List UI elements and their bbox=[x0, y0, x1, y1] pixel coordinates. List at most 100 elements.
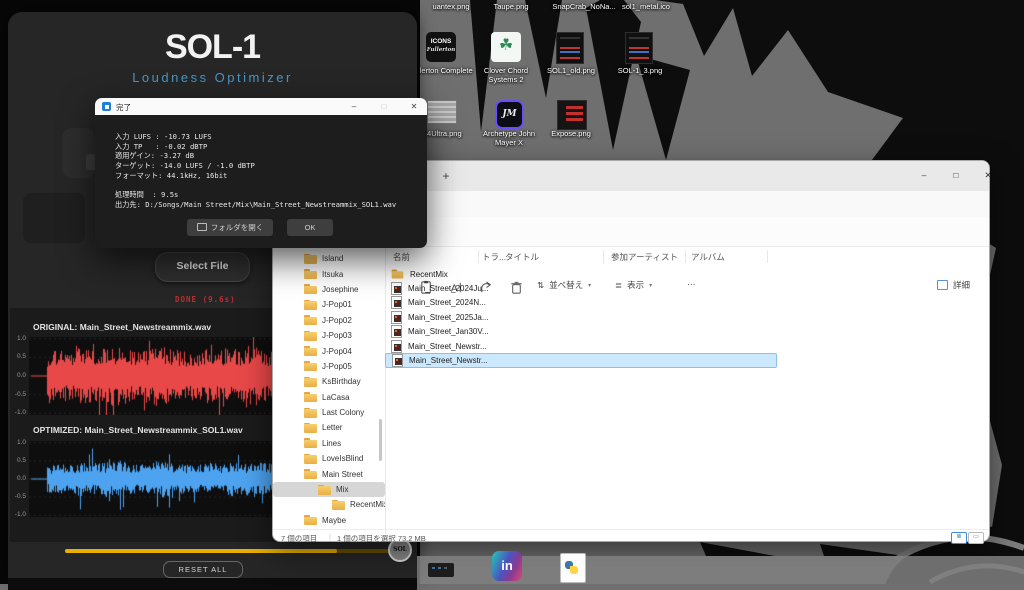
sidebar-item-j-pop01[interactable]: J-Pop01 bbox=[273, 297, 385, 312]
column-header-3[interactable]: 参加アーティスト bbox=[611, 251, 678, 263]
sort-ascending-icon: ^ bbox=[425, 246, 428, 249]
desktop-label-clover-chord-systems-2: Clover Chord Systems 2 bbox=[472, 66, 540, 84]
desktop-label-archetype-john-mayer-x: Archetype John Mayer X bbox=[475, 129, 543, 147]
desktop-icon-sol-1-3-png[interactable] bbox=[625, 32, 653, 64]
sidebar-item-recentmix[interactable]: RecentMix bbox=[273, 497, 385, 512]
column-header-0[interactable]: 名前 bbox=[393, 251, 410, 263]
file-name: RecentMix bbox=[410, 270, 448, 279]
column-divider bbox=[603, 250, 604, 263]
folder-icon bbox=[304, 269, 317, 279]
jm-monogram-icon: JM bbox=[495, 100, 524, 129]
sidebar-item-lines[interactable]: Lines bbox=[273, 436, 385, 451]
column-header-4[interactable]: アルバム bbox=[691, 251, 725, 263]
ok-button[interactable]: OK bbox=[287, 219, 333, 236]
file-row-main-street-2024n-2[interactable]: Main_Street_2024N... bbox=[385, 296, 777, 310]
y-axis-tick-label: -0.5 bbox=[10, 391, 26, 398]
app-screenshot-thumbnail-icon bbox=[556, 32, 584, 64]
sidebar-item-main-street[interactable]: Main Street bbox=[273, 466, 385, 481]
fullerton-icon: ICONSFullerton bbox=[426, 32, 456, 62]
y-axis-tick-label: 0.0 bbox=[10, 475, 26, 482]
reset-all-button[interactable]: RESET ALL bbox=[163, 561, 243, 578]
file-name: Main_Street_Newstr... bbox=[408, 342, 487, 351]
desktop-icon-fullerton-complete[interactable]: ICONSFullerton bbox=[426, 32, 456, 62]
minimize-button[interactable]: – bbox=[909, 163, 939, 187]
folder-icon bbox=[304, 346, 317, 356]
desktop-icon-sol1-metal-ico[interactable]: sol1_metal.ico bbox=[608, 2, 684, 11]
tree-item-label: Itsuka bbox=[322, 270, 343, 279]
column-header-2[interactable]: タイトル bbox=[505, 251, 539, 263]
close-button[interactable]: ✕ bbox=[973, 163, 1003, 187]
select-file-button[interactable]: Select File bbox=[155, 252, 250, 282]
y-axis-tick-label: -0.5 bbox=[10, 493, 26, 500]
file-row-main-street-jan30v-4[interactable]: Main_Street_Jan30V... bbox=[385, 325, 777, 339]
desktop-icon-taupe-png[interactable]: Taupe.png bbox=[484, 2, 538, 11]
sidebar-item-lacasa[interactable]: LaCasa bbox=[273, 390, 385, 405]
folder-icon bbox=[304, 392, 317, 402]
folder-icon bbox=[304, 423, 317, 433]
sidebar-item-loveisblind[interactable]: LoveIsBlind bbox=[273, 451, 385, 466]
dialog-minimize-button[interactable]: – bbox=[341, 99, 367, 114]
file-name: Main_Street_2024Ju... bbox=[408, 284, 489, 293]
sidebar-item-j-pop04[interactable]: J-Pop04 bbox=[273, 343, 385, 358]
sidebar-item-itsuka[interactable]: Itsuka bbox=[273, 266, 385, 281]
desktop-icon-clover-chord-systems-2[interactable]: ☘ bbox=[491, 32, 521, 62]
folder-icon bbox=[332, 500, 345, 510]
file-row-main-street-2025ja-3[interactable]: Main_Street_2025Ja... bbox=[385, 310, 777, 324]
file-row-main-street-newstr-5[interactable]: Main_Street_Newstr... bbox=[385, 339, 777, 353]
thumbnail-view-toggle[interactable]: ▭ bbox=[968, 532, 984, 544]
desktop-icon-uantex-png[interactable]: uantex.png bbox=[421, 2, 481, 11]
dialog-maximize-button: □ bbox=[371, 99, 397, 114]
dialog-close-button[interactable]: ✕ bbox=[401, 99, 427, 114]
tree-item-label: J-Pop01 bbox=[322, 300, 352, 309]
app-bottom-strip bbox=[8, 578, 417, 590]
desktop-icon-sol1-old-png[interactable] bbox=[556, 32, 584, 64]
column-header-1[interactable]: トラ... bbox=[482, 251, 506, 263]
folder-icon bbox=[304, 315, 317, 325]
sidebar-item-ksbirthday[interactable]: KsBirthday bbox=[273, 374, 385, 389]
file-name: Main_Street_2024N... bbox=[408, 298, 486, 307]
expose-thumbnail-icon bbox=[557, 100, 587, 130]
folder-icon bbox=[304, 469, 317, 479]
sidebar-item-j-pop03[interactable]: J-Pop03 bbox=[273, 328, 385, 343]
new-tab-button[interactable]: + bbox=[438, 168, 454, 184]
maximize-button[interactable]: □ bbox=[941, 163, 971, 187]
file-name: Main_Street_Jan30V... bbox=[408, 327, 489, 336]
tree-scrollbar[interactable] bbox=[379, 419, 382, 461]
control-panel-block[interactable] bbox=[23, 193, 85, 243]
file-row-recentmix-0[interactable]: RecentMix bbox=[385, 267, 777, 281]
folder-icon bbox=[304, 454, 317, 464]
sidebar-item-island[interactable]: Island bbox=[273, 251, 385, 266]
control-knob[interactable] bbox=[62, 128, 95, 178]
list-view-toggle[interactable]: ≣ bbox=[951, 532, 967, 544]
y-axis-tick-label: 0.5 bbox=[10, 353, 26, 360]
desktop-icon-expose-png[interactable] bbox=[557, 100, 587, 130]
desktop-icon-er4ultra-png[interactable] bbox=[427, 100, 457, 124]
y-axis-tick-label: 1.0 bbox=[10, 439, 26, 446]
clover-icon: ☘ bbox=[491, 32, 521, 62]
folder-icon bbox=[304, 331, 317, 341]
folder-icon bbox=[304, 438, 317, 448]
sidebar-item-josephine[interactable]: Josephine bbox=[273, 282, 385, 297]
folder-open-icon bbox=[197, 223, 207, 231]
desktop-icon-archetype-john-mayer-x[interactable]: JM bbox=[495, 100, 524, 129]
sidebar-item-j-pop02[interactable]: J-Pop02 bbox=[273, 313, 385, 328]
completion-dialog: 完了 – □ ✕ 入力 LUFS : -10.73 LUFS 入力 TP : -… bbox=[95, 98, 427, 248]
open-folder-button[interactable]: フォルダを開く bbox=[187, 219, 273, 236]
folder-icon bbox=[392, 270, 404, 279]
file-list-header: 名前 トラ...タイトル 参加アーティスト アルバム ^ bbox=[385, 246, 989, 264]
sidebar-item-mix[interactable]: Mix bbox=[273, 482, 385, 497]
folder-icon bbox=[304, 408, 317, 418]
taskbar-in-app-icon[interactable]: in bbox=[492, 551, 522, 581]
file-row-main-street-2024ju-1[interactable]: Main_Street_2024Ju... bbox=[385, 281, 777, 295]
file-name: Main_Street_2025Ja... bbox=[408, 313, 489, 322]
file-row-main-street-newstr-6[interactable]: Main_Street_Newstr... bbox=[385, 353, 777, 367]
y-axis-tick-label: 1.0 bbox=[10, 335, 26, 342]
sidebar-item-letter[interactable]: Letter bbox=[273, 420, 385, 435]
taskbar-python-file-icon[interactable] bbox=[560, 553, 586, 583]
sidebar-item-last-colony[interactable]: Last Colony bbox=[273, 405, 385, 420]
sidebar-item-j-pop05[interactable]: J-Pop05 bbox=[273, 359, 385, 374]
folder-icon bbox=[318, 485, 331, 495]
taskbar-mini-app-icon[interactable] bbox=[428, 563, 454, 577]
sidebar-item-maybe[interactable]: Maybe bbox=[273, 513, 385, 528]
tree-item-label: J-Pop03 bbox=[322, 331, 352, 340]
